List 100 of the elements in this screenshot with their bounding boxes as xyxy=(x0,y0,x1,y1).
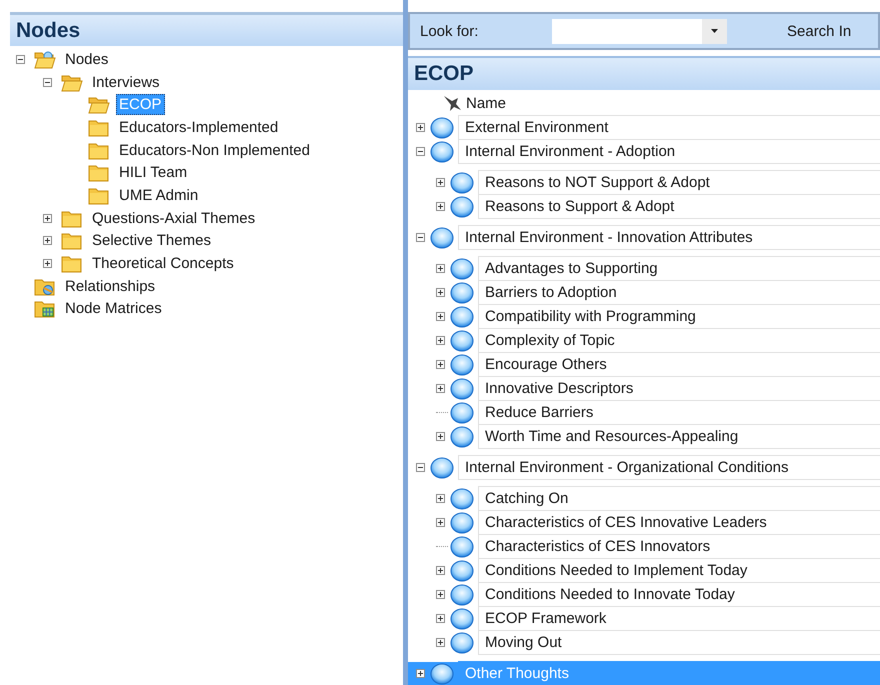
expand-icon[interactable] xyxy=(43,236,52,246)
table-cell: Internal Environment - Organizational Conditions xyxy=(458,455,880,480)
tree-item[interactable]: Educators-Non Implemented xyxy=(116,140,313,161)
table-row[interactable]: Internal Environment - Innovation Attributes xyxy=(408,226,880,249)
table-cell: Moving Out xyxy=(478,630,880,655)
table-row[interactable]: Innovative Descriptors xyxy=(436,377,880,400)
expand-icon[interactable] xyxy=(43,214,52,223)
table-row[interactable]: Reasons to NOT Support & Adopt xyxy=(436,171,880,194)
node-icon xyxy=(450,512,474,534)
pin-icon xyxy=(442,94,462,112)
table-row[interactable]: Advantages to Supporting xyxy=(436,257,880,280)
expand-icon[interactable] xyxy=(436,638,445,647)
table-row[interactable]: Internal Environment - Organizational Conditions xyxy=(408,456,880,479)
table-row[interactable]: External Environment xyxy=(408,116,880,139)
node-icon xyxy=(450,488,474,510)
node-icon xyxy=(430,116,454,138)
table-row[interactable]: Reasons to Support & Adopt xyxy=(436,195,880,218)
tree-item[interactable]: Node Matrices xyxy=(62,298,165,320)
open-folder-icon xyxy=(34,50,56,69)
folder-icon xyxy=(61,208,83,228)
collapse-icon[interactable] xyxy=(416,147,425,156)
dropdown-icon[interactable] xyxy=(702,18,727,44)
table-cell: Reasons to NOT Support & Adopt xyxy=(478,170,880,195)
table-cell: External Environment xyxy=(458,115,880,140)
table-row[interactable]: Compatibility with Programming xyxy=(436,305,880,328)
expand-icon[interactable] xyxy=(436,518,445,527)
tree-item[interactable]: Questions-Axial Themes xyxy=(89,208,258,229)
table-row[interactable]: Conditions Needed to Innovate Today xyxy=(436,583,880,606)
table-row[interactable]: Worth Time and Resources-Appealing xyxy=(436,425,880,448)
tree-item[interactable]: Theoretical Concepts xyxy=(89,253,237,274)
tree-item[interactable]: Selective Themes xyxy=(89,230,214,252)
node-icon xyxy=(450,196,474,218)
expand-icon[interactable] xyxy=(436,178,445,187)
collapse-icon[interactable] xyxy=(416,463,425,472)
table-cell: Catching On xyxy=(478,486,880,511)
collapse-icon[interactable] xyxy=(416,233,425,242)
table-row[interactable]: Catching On xyxy=(436,487,880,510)
table-row[interactable]: Moving Out xyxy=(436,631,880,654)
panel-title: Nodes xyxy=(16,18,80,42)
table-row[interactable]: Conditions Needed to Implement Today xyxy=(436,559,880,582)
node-icon xyxy=(450,560,474,582)
node-icon xyxy=(430,140,454,162)
expand-icon[interactable] xyxy=(436,264,445,273)
panel-title: ECOP xyxy=(414,62,474,86)
node-icon xyxy=(450,584,474,606)
expand-icon[interactable] xyxy=(436,202,445,211)
tree-item[interactable]: HILI Team xyxy=(116,162,190,184)
expand-icon[interactable] xyxy=(436,590,445,599)
expand-icon[interactable] xyxy=(436,336,445,345)
node-icon xyxy=(450,426,474,448)
expand-icon[interactable] xyxy=(436,360,445,369)
table-cell: Internal Environment - Innovation Attributes xyxy=(458,225,880,250)
table-row[interactable]: Internal Environment - Adoption xyxy=(408,140,880,163)
find-label: Look for: xyxy=(420,22,480,40)
expand-icon[interactable] xyxy=(436,566,445,575)
expand-icon[interactable] xyxy=(436,312,445,321)
search-in-button[interactable]: Search In xyxy=(783,20,856,42)
node-icon xyxy=(430,226,454,248)
expand-icon[interactable] xyxy=(416,669,425,678)
table-cell: Internal Environment - Adoption xyxy=(458,139,880,164)
node-icon xyxy=(450,536,474,558)
node-icon xyxy=(450,632,474,654)
tree-item[interactable]: Interviews xyxy=(89,72,163,93)
tree-item[interactable]: Nodes xyxy=(62,48,112,70)
node-icon xyxy=(450,608,474,630)
expand-icon[interactable] xyxy=(436,288,445,297)
table-row[interactable]: Characteristics of CES Innovators xyxy=(436,535,880,558)
table-row[interactable]: ECOP Framework xyxy=(436,607,880,630)
node-icon xyxy=(430,662,454,684)
table-row[interactable]: Characteristics of CES Innovative Leaders xyxy=(436,511,880,534)
column-header[interactable]: Name xyxy=(466,94,506,112)
node-icon xyxy=(450,282,474,304)
expand-icon[interactable] xyxy=(416,123,425,132)
table-cell: Reasons to Support & Adopt xyxy=(478,194,880,219)
node-icon xyxy=(450,258,474,280)
folder-icon xyxy=(88,186,110,205)
folder-icon xyxy=(88,118,110,137)
node-icon xyxy=(450,402,474,424)
table-row[interactable]: Complexity of Topic xyxy=(436,329,880,352)
folder-icon xyxy=(61,254,83,274)
node-icon xyxy=(430,456,454,478)
table-row[interactable]: Reduce Barriers xyxy=(436,401,880,424)
expand-icon[interactable] xyxy=(436,494,445,503)
table-cell: Advantages to Supporting xyxy=(478,256,880,281)
expand-icon[interactable] xyxy=(436,614,445,623)
tree-item[interactable]: Educators-Implemented xyxy=(116,116,282,138)
look-for-field[interactable] xyxy=(552,18,727,44)
tree-item[interactable]: UME Admin xyxy=(116,184,202,206)
table-row[interactable]: Barriers to Adoption xyxy=(436,281,880,304)
expand-icon[interactable] xyxy=(43,259,52,268)
node-icon xyxy=(450,378,474,400)
expand-icon[interactable] xyxy=(436,384,445,393)
open-folder-icon xyxy=(61,72,83,92)
node-icon xyxy=(450,172,474,194)
collapse-icon[interactable] xyxy=(43,78,52,87)
tree-item[interactable]: Relationships xyxy=(62,276,158,297)
folder-link-icon xyxy=(34,276,56,296)
expand-icon[interactable] xyxy=(436,432,445,441)
table-row[interactable]: Encourage Others xyxy=(436,353,880,376)
collapse-icon[interactable] xyxy=(16,54,25,64)
